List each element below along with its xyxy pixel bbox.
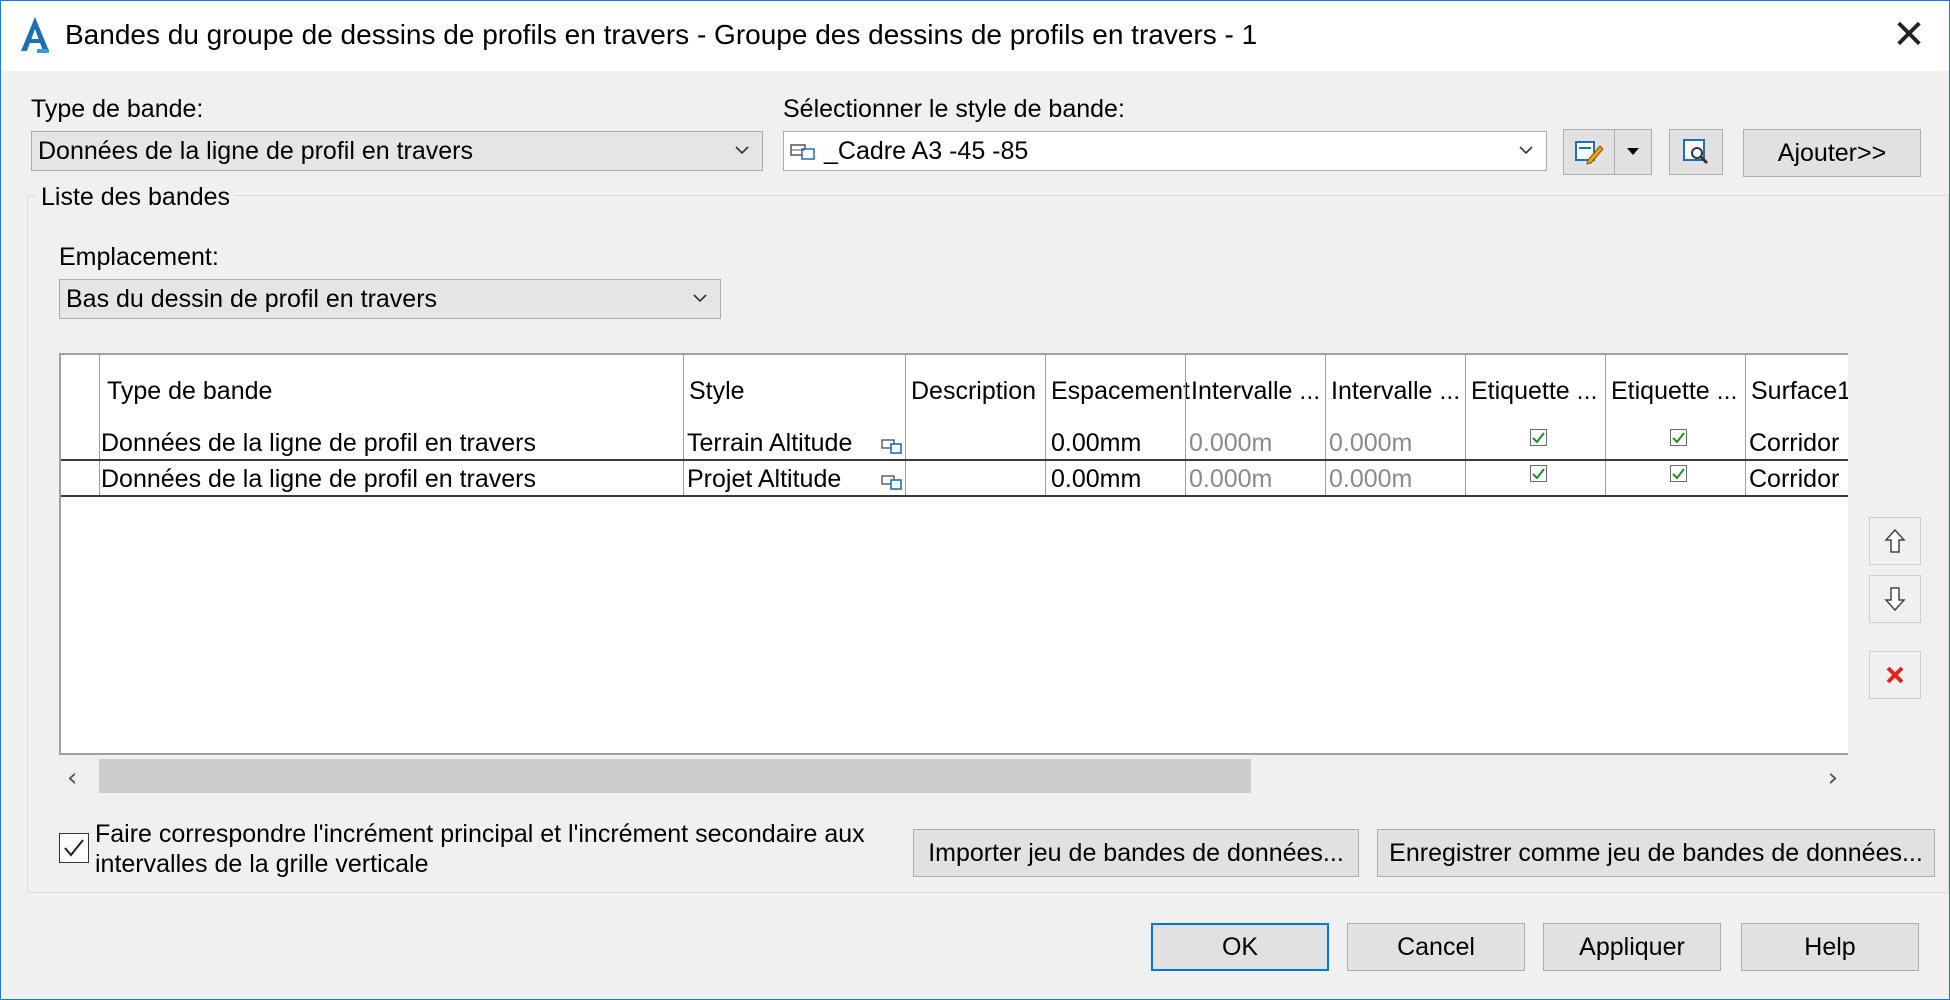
column-header[interactable]: Espacement — [1051, 377, 1190, 406]
row-label-2-checkbox[interactable] — [1670, 429, 1687, 446]
band-list-table: Type de bande Style Description Espaceme… — [59, 353, 1848, 755]
grid-line — [1185, 355, 1186, 495]
location-value: Bas du dessin de profil en travers — [66, 284, 438, 313]
row-interval-1: 0.000m — [1189, 429, 1273, 457]
help-button[interactable]: Help — [1741, 923, 1919, 971]
row-interval-1: 0.000m — [1189, 465, 1273, 493]
close-icon[interactable]: ✕ — [1887, 12, 1931, 58]
column-header[interactable]: Intervalle ... — [1191, 377, 1320, 406]
chevron-down-icon — [735, 146, 749, 155]
chevron-down-icon — [693, 294, 707, 303]
style-picker-icon[interactable] — [881, 437, 903, 455]
preview-icon — [1683, 139, 1709, 165]
delete-button[interactable] — [1869, 651, 1921, 699]
scroll-right-icon[interactable]: › — [1828, 763, 1838, 793]
row-surface[interactable]: Corridor — [1749, 465, 1839, 494]
row-label-2-checkbox[interactable] — [1670, 465, 1687, 482]
arrow-up-icon — [1884, 528, 1906, 553]
match-increment-line1: Faire correspondre l'incrément principal… — [95, 820, 865, 848]
add-button[interactable]: Ajouter>> — [1743, 129, 1921, 177]
match-increment-label: Faire correspondre l'incrément principal… — [95, 819, 865, 879]
band-type-select[interactable]: Données de la ligne de profil en travers — [31, 131, 763, 171]
style-icon — [790, 144, 815, 160]
grid-line — [99, 355, 100, 495]
row-style: Terrain Altitude — [687, 429, 853, 457]
grid-line — [683, 355, 684, 495]
check-icon — [1532, 468, 1545, 480]
column-header[interactable]: Intervalle ... — [1331, 377, 1460, 406]
row-label-1-checkbox[interactable] — [1530, 429, 1547, 446]
location-label: Emplacement: — [59, 243, 219, 271]
grid-line — [1605, 355, 1606, 495]
cancel-button[interactable]: Cancel — [1347, 923, 1525, 971]
row-spacing[interactable]: 0.00mm — [1051, 429, 1141, 458]
column-header[interactable]: Description — [911, 377, 1036, 406]
row-divider — [61, 495, 1848, 497]
window-title: Bandes du groupe de dessins de profils e… — [65, 19, 1258, 50]
style-picker-icon[interactable] — [881, 473, 903, 491]
check-icon — [1532, 432, 1545, 444]
autocad-app-icon — [21, 17, 49, 53]
grid-line — [1325, 355, 1326, 495]
band-type-value: Données de la ligne de profil en travers — [38, 136, 473, 165]
row-spacing[interactable]: 0.00mm — [1051, 465, 1141, 494]
band-type-label: Type de bande: — [31, 95, 204, 123]
column-header[interactable]: Style — [689, 377, 745, 406]
grid-line — [905, 355, 906, 495]
band-style-value: _Cadre A3 -45 -85 — [824, 136, 1029, 165]
edit-style-button[interactable] — [1563, 129, 1615, 175]
grid-line — [1045, 355, 1046, 495]
apply-button[interactable]: Appliquer — [1543, 923, 1721, 971]
check-icon — [1672, 432, 1685, 444]
import-band-set-button[interactable]: Importer jeu de bandes de données... — [913, 829, 1359, 877]
grid-line — [1745, 355, 1746, 495]
row-style: Projet Altitude — [687, 465, 842, 493]
row-divider — [61, 459, 1848, 461]
band-style-select[interactable]: _Cadre A3 -45 -85 — [783, 131, 1547, 171]
move-down-button[interactable] — [1869, 575, 1921, 623]
column-header[interactable]: Type de bande — [107, 377, 272, 406]
column-header[interactable]: Etiquette ... — [1471, 377, 1597, 406]
location-select[interactable]: Bas du dessin de profil en travers — [59, 279, 721, 319]
caret-down-icon — [1627, 148, 1639, 155]
band-list-title: Liste des bandes — [37, 183, 235, 212]
title-bar: Bandes du groupe de dessins de profils e… — [1, 1, 1949, 71]
check-icon — [64, 839, 84, 857]
row-interval-2: 0.000m — [1329, 465, 1413, 493]
band-style-label: Sélectionner le style de bande: — [783, 95, 1125, 123]
column-header[interactable]: Etiquette ... — [1611, 377, 1737, 406]
row-band-type: Données de la ligne de profil en travers — [101, 429, 536, 457]
row-interval-2: 0.000m — [1329, 429, 1413, 457]
row-label-1-checkbox[interactable] — [1530, 465, 1547, 482]
preview-style-button[interactable] — [1669, 129, 1723, 175]
scroll-thumb[interactable] — [99, 759, 1251, 793]
delete-icon — [1886, 666, 1904, 684]
edit-style-icon — [1575, 141, 1604, 165]
check-icon — [1672, 468, 1685, 480]
horizontal-scrollbar[interactable]: ‹ › — [59, 755, 1848, 797]
edit-style-menu-button[interactable] — [1614, 129, 1652, 175]
ok-button[interactable]: OK — [1151, 923, 1329, 971]
row-surface[interactable]: Corridor — [1749, 429, 1839, 458]
arrow-down-icon — [1884, 587, 1906, 612]
column-header[interactable]: Surface1 — [1751, 377, 1848, 406]
row-band-type: Données de la ligne de profil en travers — [101, 465, 536, 493]
match-increment-checkbox[interactable] — [59, 833, 89, 863]
chevron-down-icon — [1519, 146, 1533, 155]
move-up-button[interactable] — [1869, 517, 1921, 565]
save-band-set-button[interactable]: Enregistrer comme jeu de bandes de donné… — [1377, 829, 1935, 877]
scroll-left-icon[interactable]: ‹ — [67, 763, 77, 793]
grid-line — [1465, 355, 1466, 495]
match-increment-line2: intervalles de la grille verticale — [95, 850, 429, 878]
dialog-window: Bandes du groupe de dessins de profils e… — [0, 0, 1950, 1000]
